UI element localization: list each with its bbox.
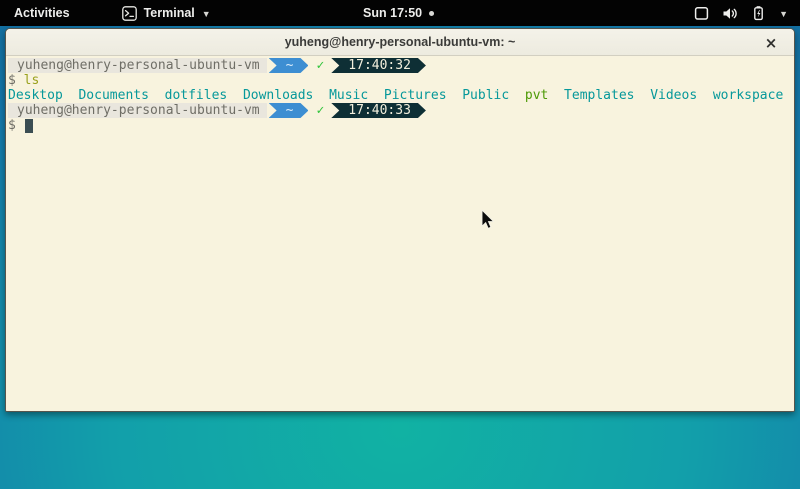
exit-status-check-icon: ✓ <box>308 103 331 118</box>
activities-button[interactable]: Activities <box>0 0 84 26</box>
current-command-line: $ <box>6 118 794 133</box>
directory-entry: Downloads <box>243 88 313 103</box>
prompt-time-segment: 17:40:32 <box>331 58 426 73</box>
terminal-content[interactable]: yuheng@henry-personal-ubuntu-vm ~ ✓ 17:4… <box>6 56 794 412</box>
app-menu-label: Terminal <box>144 6 195 20</box>
command-text: ls <box>24 73 40 88</box>
prompt-time-segment: 17:40:33 <box>331 103 426 118</box>
terminal-window: yuheng@henry-personal-ubuntu-vm: ~ × yuh… <box>5 28 795 412</box>
directory-entry: workspace <box>713 88 783 103</box>
chevron-down-icon: ▼ <box>202 8 211 19</box>
directory-entry: Desktop <box>8 88 63 103</box>
prompt-cwd-segment: ~ <box>269 103 309 118</box>
terminal-block-cursor <box>25 119 34 133</box>
prompt-line: yuheng@henry-personal-ubuntu-vm ~ ✓ 17:4… <box>6 103 794 118</box>
chevron-down-icon: ▼ <box>779 8 788 19</box>
terminal-titlebar[interactable]: yuheng@henry-personal-ubuntu-vm: ~ × <box>6 29 794 56</box>
volume-icon <box>722 6 738 21</box>
directory-entry: Videos <box>650 88 697 103</box>
directory-entry: Pictures <box>384 88 447 103</box>
activities-label: Activities <box>14 6 70 20</box>
clock-button[interactable]: Sun 17:50 <box>363 0 434 26</box>
prompt-symbol: $ <box>8 118 16 133</box>
prompt-user-segment: yuheng@henry-personal-ubuntu-vm <box>8 58 267 73</box>
prompt-symbol: $ <box>8 73 16 88</box>
directory-entry: Public <box>462 88 509 103</box>
ls-output-line: Desktop Documents dotfiles Downloads Mus… <box>6 88 794 103</box>
app-menu-terminal[interactable]: Terminal ▼ <box>112 0 221 26</box>
system-status-area[interactable]: ▼ <box>684 0 800 26</box>
desktop: Activities Terminal ▼ Sun 17:50 <box>0 0 800 489</box>
prompt-cwd-segment: ~ <box>269 58 309 73</box>
prompt-line: yuheng@henry-personal-ubuntu-vm ~ ✓ 17:4… <box>6 58 794 73</box>
close-button[interactable]: × <box>758 29 784 56</box>
window-title: yuheng@henry-personal-ubuntu-vm: ~ <box>285 35 516 49</box>
directory-entry: Documents <box>78 88 148 103</box>
terminal-icon <box>122 6 137 21</box>
command-line: $ ls <box>6 73 794 88</box>
prompt-user-segment: yuheng@henry-personal-ubuntu-vm <box>8 103 267 118</box>
clock-label: Sun 17:50 <box>363 6 422 20</box>
directory-entry: Templates <box>564 88 634 103</box>
notification-dot <box>429 11 434 16</box>
directory-entry: pvt <box>525 88 548 103</box>
exit-status-check-icon: ✓ <box>308 58 331 73</box>
display-icon <box>694 6 709 21</box>
gnome-top-bar: Activities Terminal ▼ Sun 17:50 <box>0 0 800 26</box>
mouse-pointer-icon <box>481 209 495 230</box>
battery-charging-icon <box>751 5 766 21</box>
directory-entry: dotfiles <box>165 88 228 103</box>
directory-entry: Music <box>329 88 368 103</box>
